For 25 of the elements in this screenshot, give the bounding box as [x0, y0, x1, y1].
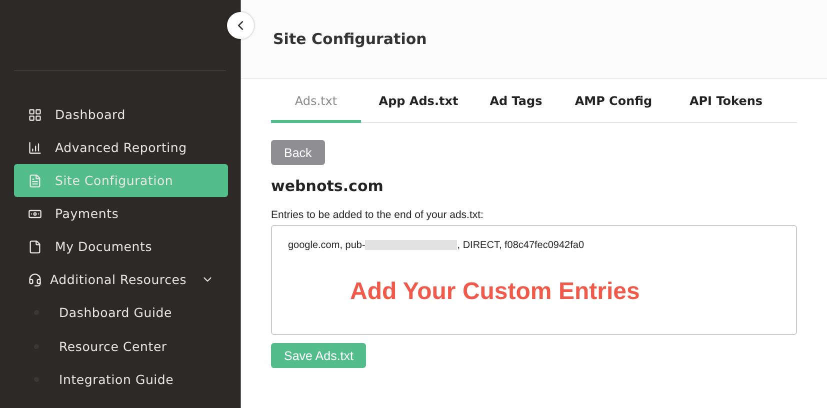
item-icon	[28, 108, 42, 122]
tab[interactable]: AMP Config	[556, 83, 671, 123]
site-name: webnots.com	[271, 177, 384, 195]
sidebar-item[interactable]: My Documents	[14, 230, 228, 263]
item-icon	[28, 140, 42, 154]
collapse-button[interactable]	[227, 12, 254, 39]
entries-field[interactable]: google.com, pub- , DIRECT, f08c47fec0942fa0 Add Your Custom Entries	[271, 225, 797, 335]
page-title: Site Configuration	[273, 30, 427, 48]
sidebar-item[interactable]: Advanced Reporting	[14, 131, 228, 164]
entry-text: google.com, pub- , DIRECT, f08c47fec0942fa0	[288, 240, 584, 251]
annotation-text: Add Your Custom Entries	[350, 278, 640, 306]
item-icon	[28, 174, 42, 188]
tab[interactable]: App Ads.txt	[361, 83, 476, 123]
sidebar-item[interactable]: Dashboard	[14, 98, 228, 131]
sidebar-subitem[interactable]: Integration Guide	[34, 363, 240, 396]
sidebar-subitem[interactable]: Dashboard Guide	[34, 296, 240, 330]
sidebar-item[interactable]: Payments	[14, 197, 228, 230]
tab[interactable]: Ads.txt	[271, 83, 361, 123]
field-label: Entries to be added to the end of your ads.txt:	[271, 209, 484, 221]
sidebar-subitem[interactable]: Resource Center	[34, 330, 240, 363]
tab[interactable]: Ad Tags	[476, 83, 556, 123]
sidebar-item[interactable]: Additional Resources	[14, 263, 228, 296]
tab[interactable]: API Tokens	[671, 83, 781, 123]
item-icon	[28, 240, 42, 254]
item-icon	[28, 272, 42, 286]
